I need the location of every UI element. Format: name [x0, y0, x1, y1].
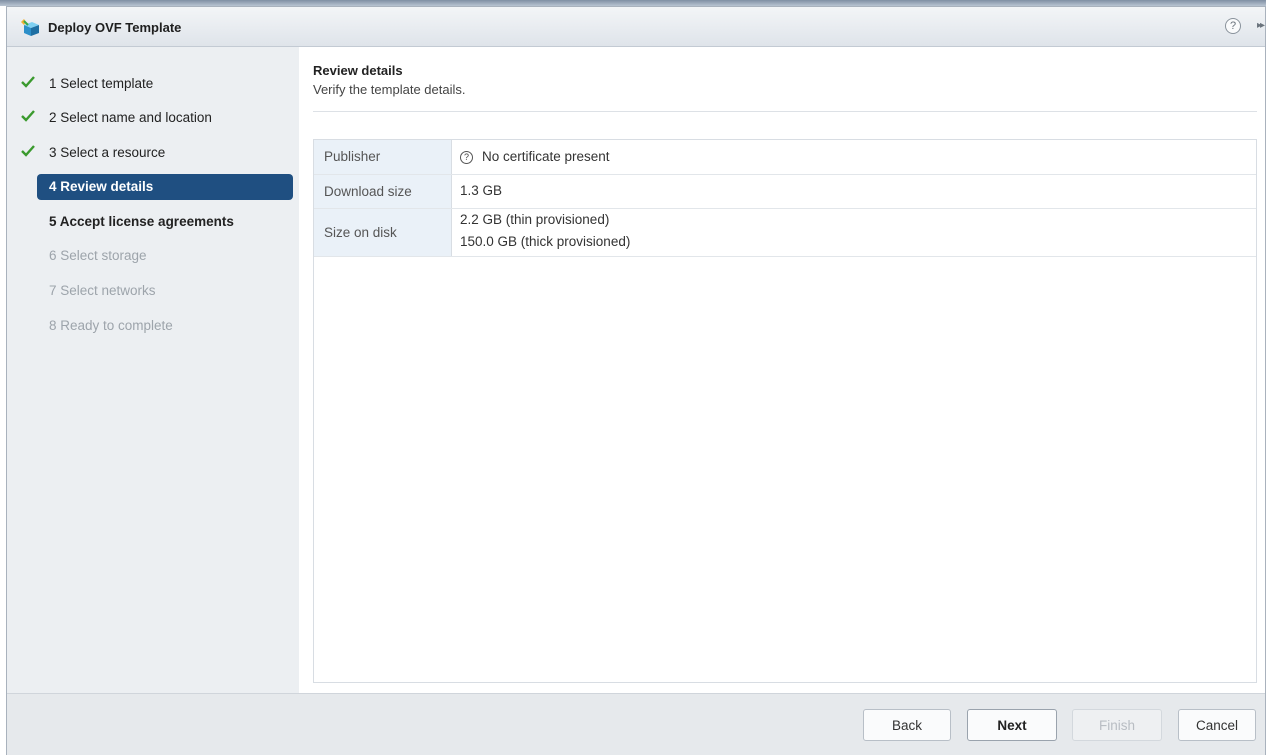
step-label: 4 Review details: [49, 179, 154, 194]
row-key: Size on disk: [314, 209, 452, 256]
step-select-storage: 6 Select storage: [7, 243, 299, 269]
check-icon: [21, 76, 35, 88]
details-table: Publisher ? No certificate present Downlo…: [313, 139, 1257, 683]
page-subtitle: Verify the template details.: [313, 82, 466, 97]
step-label: 3 Select a resource: [49, 145, 166, 160]
step-label: 6 Select storage: [49, 248, 147, 263]
back-button[interactable]: Back: [863, 709, 951, 741]
review-details-panel: Review details Verify the template detai…: [299, 47, 1265, 693]
step-select-name-location[interactable]: 2 Select name and location: [7, 105, 299, 131]
download-size-value: 1.3 GB: [460, 183, 503, 198]
step-review-details[interactable]: 4 Review details: [37, 174, 293, 200]
step-select-template[interactable]: 1 Select template: [7, 71, 299, 97]
question-icon: ?: [460, 151, 473, 164]
finish-button: Finish: [1072, 709, 1162, 741]
step-label: 2 Select name and location: [49, 110, 212, 125]
dialog-titlebar: Deploy OVF Template ? ▸▸: [7, 7, 1265, 47]
help-icon[interactable]: ?: [1225, 18, 1241, 34]
size-thin-value: 2.2 GB (thin provisioned): [460, 212, 610, 227]
table-row-size-on-disk: Size on disk 2.2 GB (thin provisioned) 1…: [314, 209, 1256, 257]
step-label: 5 Accept license agreements: [49, 214, 234, 229]
check-icon: [21, 110, 35, 122]
row-value: ? No certificate present: [460, 149, 610, 164]
dialog-title: Deploy OVF Template: [48, 20, 182, 35]
expand-icon[interactable]: ▸▸: [1257, 20, 1265, 31]
publisher-value: No certificate present: [482, 149, 610, 164]
row-key: Publisher: [314, 140, 452, 174]
dialog-footer: Back Next Finish Cancel: [7, 693, 1265, 755]
deploy-ovf-dialog: Deploy OVF Template ? ▸▸ 1 Select templa…: [6, 6, 1266, 755]
divider: [313, 111, 1257, 112]
wizard-steps-sidebar: 1 Select template 2 Select name and loca…: [7, 47, 299, 693]
step-select-networks: 7 Select networks: [7, 278, 299, 304]
step-accept-license[interactable]: 5 Accept license agreements: [7, 209, 299, 235]
next-button[interactable]: Next: [967, 709, 1057, 741]
step-label: 1 Select template: [49, 76, 154, 91]
row-key: Download size: [314, 175, 452, 208]
step-label: 7 Select networks: [49, 283, 156, 298]
cancel-button[interactable]: Cancel: [1178, 709, 1256, 741]
page-title: Review details: [313, 63, 403, 78]
ovf-template-icon: [21, 19, 39, 36]
table-row-publisher: Publisher ? No certificate present: [314, 140, 1256, 175]
table-row-download-size: Download size 1.3 GB: [314, 175, 1256, 209]
step-select-resource[interactable]: 3 Select a resource: [7, 140, 299, 166]
check-icon: [21, 145, 35, 157]
step-ready-to-complete: 8 Ready to complete: [7, 313, 299, 339]
step-label: 8 Ready to complete: [49, 318, 173, 333]
size-thick-value: 150.0 GB (thick provisioned): [460, 234, 631, 249]
